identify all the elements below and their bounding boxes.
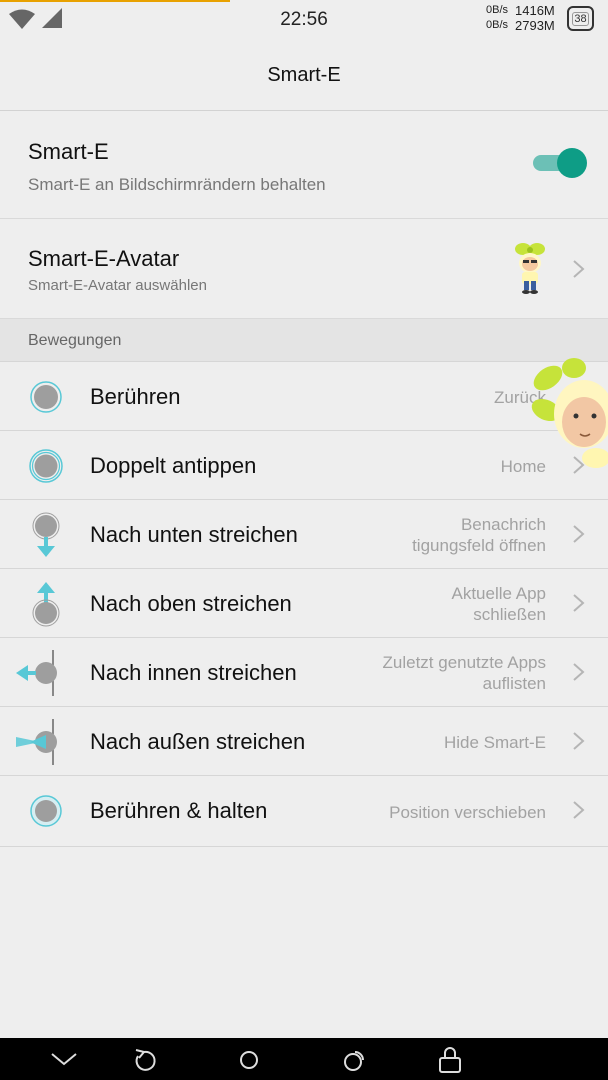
smart-e-toggle-switch[interactable] bbox=[533, 148, 587, 178]
gesture-row-swipe-down[interactable]: Nach unten streichen Benachrich tigungsf… bbox=[0, 500, 608, 569]
net-speed-down: 0B/s bbox=[486, 19, 509, 31]
avatar-character-icon bbox=[515, 243, 545, 294]
avatar-title: Smart-E-Avatar bbox=[28, 246, 180, 271]
chevron-right-icon bbox=[573, 663, 585, 681]
section-header-gestures: Bewegungen bbox=[0, 319, 608, 362]
lock-icon[interactable] bbox=[436, 1046, 464, 1074]
collapse-icon[interactable] bbox=[50, 1046, 78, 1074]
page-title: Smart-E bbox=[267, 64, 341, 86]
gesture-label: Berühren & halten bbox=[90, 798, 268, 823]
chevron-right-icon bbox=[573, 260, 585, 278]
net-usage-1: 1416M bbox=[515, 3, 555, 18]
tap-gesture-icon bbox=[30, 381, 62, 413]
floating-smart-e-bubble[interactable] bbox=[528, 354, 608, 470]
chevron-right-icon bbox=[573, 732, 585, 750]
gesture-value-line: Benachrich bbox=[460, 515, 546, 534]
gesture-row-swipe-inward[interactable]: Nach innen streichen Zuletzt genutzte Ap… bbox=[0, 638, 608, 707]
gesture-value-line: auflisten bbox=[482, 674, 546, 693]
gesture-value: Position verschieben bbox=[326, 802, 546, 823]
net-usage-2: 2793M bbox=[515, 18, 555, 33]
chevron-right-icon bbox=[573, 801, 585, 819]
smart-e-title: Smart-E bbox=[28, 139, 109, 164]
network-usage: 1416M 2793M bbox=[515, 3, 555, 33]
gesture-value: Aktuelle App schließen bbox=[326, 583, 546, 625]
net-speed-up: 0B/s bbox=[486, 4, 509, 16]
gesture-row-touch-hold[interactable]: Berühren & halten Position verschieben bbox=[0, 776, 608, 847]
gesture-value: Benachrich tigungsfeld öffnen bbox=[326, 514, 546, 556]
gesture-label: Nach innen streichen bbox=[90, 660, 297, 685]
home-icon[interactable] bbox=[235, 1046, 263, 1074]
app-header: Smart-E bbox=[0, 40, 608, 111]
gesture-value: Hide Smart-E bbox=[326, 732, 546, 753]
smart-e-avatar-row[interactable]: Smart-E-Avatar Smart-E-Avatar auswählen bbox=[0, 219, 608, 319]
smart-e-toggle-row[interactable]: Smart-E Smart-E an Bildschirmrändern beh… bbox=[0, 111, 608, 219]
gesture-label: Doppelt antippen bbox=[90, 453, 257, 478]
gesture-value-line: tigungsfeld öffnen bbox=[412, 536, 546, 555]
gesture-value-line: Home bbox=[500, 457, 546, 476]
swipe-outward-gesture-icon bbox=[16, 719, 57, 765]
avatar-subtitle: Smart-E-Avatar auswählen bbox=[28, 277, 207, 294]
gesture-row-touch[interactable]: Berühren Zurück bbox=[0, 362, 608, 431]
gesture-value-line: Aktuelle App bbox=[451, 584, 546, 603]
gesture-label: Nach unten streichen bbox=[90, 522, 298, 547]
chevron-right-icon bbox=[573, 525, 585, 543]
gesture-value: Zurück bbox=[326, 387, 546, 408]
smart-e-subtitle: Smart-E an Bildschirmrändern behalten bbox=[28, 175, 326, 194]
battery-level: 38 bbox=[572, 11, 589, 26]
double-tap-gesture-icon bbox=[29, 449, 63, 483]
gesture-value-line: Zuletzt genutzte Apps bbox=[382, 653, 547, 672]
battery-icon: 38 bbox=[567, 6, 594, 31]
status-bar: 22:56 0B/s 0B/s 1416M 2793M 38 bbox=[0, 0, 608, 40]
swipe-up-gesture-icon bbox=[32, 582, 60, 627]
system-nav-bar bbox=[0, 1038, 608, 1080]
gesture-label: Berühren bbox=[90, 384, 181, 409]
back-icon[interactable] bbox=[130, 1046, 158, 1074]
network-speed: 0B/s 0B/s bbox=[486, 3, 508, 33]
chevron-right-icon bbox=[573, 594, 585, 612]
gesture-row-double-tap[interactable]: Doppelt antippen Home bbox=[0, 431, 608, 500]
gesture-label: Nach außen streichen bbox=[90, 729, 306, 754]
gesture-value: Home bbox=[326, 456, 546, 477]
swipe-down-gesture-icon bbox=[32, 512, 60, 557]
gesture-label: Nach oben streichen bbox=[90, 591, 292, 616]
gesture-value-line: Zurück bbox=[494, 388, 546, 407]
gesture-value-line: schließen bbox=[473, 605, 546, 624]
swipe-inward-gesture-icon bbox=[16, 650, 57, 696]
section-title: Bewegungen bbox=[28, 332, 122, 349]
gesture-row-swipe-up[interactable]: Nach oben streichen Aktuelle App schließ… bbox=[0, 569, 608, 638]
touch-hold-gesture-icon bbox=[30, 795, 62, 827]
recent-apps-icon[interactable] bbox=[341, 1046, 369, 1074]
gesture-value: Zuletzt genutzte Apps auflisten bbox=[306, 652, 547, 694]
toggle-knob bbox=[557, 148, 587, 178]
gesture-value-line: Hide Smart-E bbox=[443, 733, 546, 752]
gesture-row-swipe-outward[interactable]: Nach außen streichen Hide Smart-E bbox=[0, 707, 608, 776]
gesture-value-line: Position verschieben bbox=[389, 803, 546, 822]
